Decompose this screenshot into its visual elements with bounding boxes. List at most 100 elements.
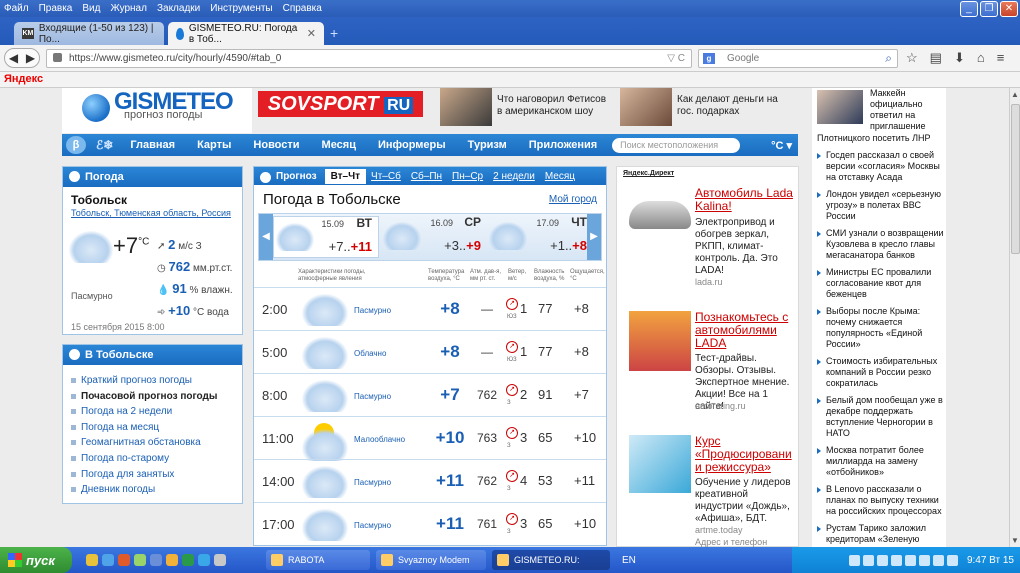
news-item[interactable]: В Lenovo рассказали о планах по выпуску … <box>817 484 945 517</box>
task-modem[interactable]: Svyaznoy Modem <box>376 550 486 570</box>
city-link[interactable]: Погода на 2 недели <box>71 404 217 420</box>
page-scrollbar[interactable]: ▲ ▼ <box>1009 88 1020 547</box>
tray-icon[interactable] <box>848 554 860 566</box>
task-browser[interactable]: GISMETEO.RU: Погод... <box>492 550 610 570</box>
app-icon[interactable] <box>214 554 226 566</box>
app-icon[interactable] <box>166 554 178 566</box>
news-photo[interactable] <box>817 90 863 124</box>
tab-sat-mon[interactable]: Сб–Пн <box>406 171 447 182</box>
news-item[interactable]: Рустам Тарико заложил кредиторам «Зелену… <box>817 523 945 547</box>
tab-2-weeks[interactable]: 2 недели <box>488 171 540 182</box>
unit-select[interactable]: °С ▾ <box>771 139 792 152</box>
tray-icon[interactable] <box>876 554 888 566</box>
city-link[interactable]: Погода по-старому <box>71 451 217 467</box>
site-logo[interactable]: GISMETEO прогноз погоды <box>62 88 252 133</box>
city-link[interactable]: Погода на месяц <box>71 420 217 436</box>
tab-tue-thu[interactable]: Вт–Чт <box>324 168 367 184</box>
start-button[interactable]: пуск <box>0 547 72 573</box>
nav-tourism[interactable]: Туризм <box>457 139 518 151</box>
app-icon[interactable] <box>150 554 162 566</box>
news-item[interactable]: Выборы после Крыма: почему снижается поп… <box>817 306 945 350</box>
app-icon[interactable] <box>102 554 114 566</box>
city-location-link[interactable]: Тобольск, Тюменская область, Россия <box>71 208 231 218</box>
tray-icon[interactable] <box>918 554 930 566</box>
nav-informers[interactable]: Информеры <box>367 139 457 151</box>
app-icon[interactable] <box>198 554 210 566</box>
yandex-logo[interactable]: Яндекс <box>4 73 43 85</box>
nav-maps[interactable]: Карты <box>186 139 242 151</box>
news-photo[interactable] <box>620 88 672 126</box>
scroll-up-icon[interactable]: ▲ <box>1011 90 1019 99</box>
news-photo[interactable] <box>440 88 492 126</box>
news-item[interactable]: Министры ЕС провалили согласование квот … <box>817 267 945 300</box>
minimize-button[interactable]: _ <box>960 1 978 17</box>
nav-main[interactable]: Главная <box>119 139 186 151</box>
address-bar[interactable]: https://www.gismeteo.ru/city/hourly/4590… <box>46 49 692 68</box>
menu-help[interactable]: Справка <box>283 3 322 14</box>
home-icon[interactable]: ⌂ <box>977 50 985 66</box>
menu-history[interactable]: Журнал <box>110 3 147 14</box>
ad-address-link[interactable]: Адрес и телефон <box>695 537 767 547</box>
tab-mail[interactable]: KM Входящие (1-50 из 123) | По... <box>14 22 164 45</box>
clipboard-icon[interactable]: ▤ <box>930 50 942 66</box>
my-city-link[interactable]: Мой город <box>549 194 597 205</box>
app-icon[interactable] <box>182 554 194 566</box>
sovsport-banner[interactable]: SOVSPORT RU <box>258 91 423 117</box>
beta-icon[interactable]: β <box>66 136 86 154</box>
tab-close-icon[interactable]: ✕ <box>307 27 316 40</box>
app-icon[interactable] <box>118 554 130 566</box>
tray-icon[interactable] <box>932 554 944 566</box>
task-rabota[interactable]: RABOTA <box>266 550 370 570</box>
news-item[interactable]: Москва потратит более миллиарда на замен… <box>817 445 945 478</box>
day-card[interactable]: 17.09 ЧТ +1..+8 <box>487 215 593 258</box>
close-button[interactable]: ✕ <box>1000 1 1018 17</box>
new-tab-button[interactable]: + <box>330 25 338 41</box>
nav-apps[interactable]: Приложения <box>518 139 608 151</box>
app-icon[interactable] <box>86 554 98 566</box>
tab-mon-wed[interactable]: Пн–Ср <box>447 171 488 182</box>
city-link-selected[interactable]: Почасовой прогноз погоды <box>71 389 217 405</box>
day-card[interactable]: 15.09 ВТ +7..+11 <box>273 216 379 258</box>
day-card[interactable]: 16.09 СР +3..+9 <box>381 215 487 258</box>
search-icon[interactable]: ⌕ <box>885 50 892 67</box>
forward-arrow-icon[interactable]: ▶ <box>26 51 35 65</box>
scroll-thumb[interactable] <box>1011 104 1020 254</box>
news-item[interactable]: Белый дом пообещал уже в декабре поддерж… <box>817 395 945 439</box>
news-item[interactable]: Стоимость избирательных компаний в Росси… <box>817 356 945 389</box>
news-item[interactable]: Госдеп рассказал о своей версии «согласи… <box>817 150 945 183</box>
tray-icon[interactable] <box>904 554 916 566</box>
tray-icon[interactable] <box>890 554 902 566</box>
snowflake-icon[interactable]: ℰ❄ <box>96 138 113 152</box>
tab-gismeteo[interactable]: GISMETEO.RU: Погода в Тоб... ✕ <box>168 22 324 45</box>
news-headline-cont[interactable]: Плотницкого посетить ЛНР <box>817 133 942 143</box>
car-image[interactable] <box>629 311 691 371</box>
car-image[interactable] <box>629 201 691 229</box>
reload-icon[interactable]: ▽ C <box>667 50 685 67</box>
menu-file[interactable]: Файл <box>4 3 29 14</box>
ad-title[interactable]: Познакомьтесь с автомобилями LADA <box>695 311 795 350</box>
news-item[interactable]: СМИ узнали о возвращении Кузовлева в кре… <box>817 228 945 261</box>
city-link[interactable]: Геомагнитная обстановка <box>71 435 217 451</box>
ads-header[interactable]: Яндекс.Директ <box>623 170 674 177</box>
download-icon[interactable]: ⬇ <box>954 50 965 66</box>
ad-url[interactable]: autorating.ru <box>695 401 746 411</box>
menu-view[interactable]: Вид <box>82 3 100 14</box>
menu-edit[interactable]: Правка <box>39 3 73 14</box>
clock[interactable]: 9:47 Вт 15 <box>967 555 1014 566</box>
header-news-link[interactable]: Что наговорил Фетисов в американском шоу <box>497 94 612 118</box>
ad-title[interactable]: Курс «Продюсировани и режиссура» <box>695 435 795 474</box>
language-indicator[interactable]: EN <box>622 555 636 566</box>
news-headline[interactable]: Маккейн официально ответил на приглашени… <box>870 88 944 132</box>
news-item[interactable]: Лондон увидел «серьезную угрозу» в полет… <box>817 189 945 222</box>
menu-bookmarks[interactable]: Закладки <box>157 3 200 14</box>
tab-thu-sat[interactable]: Чт–Сб <box>366 171 406 182</box>
maximize-button[interactable]: ❐ <box>980 1 998 17</box>
city-link[interactable]: Краткий прогноз погоды <box>71 373 217 389</box>
ad-url[interactable]: artme.today <box>695 525 743 535</box>
city-link[interactable]: Дневник погоды <box>71 482 217 498</box>
location-search-input[interactable]: Поиск местоположения <box>612 137 741 153</box>
menu-icon[interactable]: ≡ <box>997 50 1005 66</box>
city-link[interactable]: Погода для занятых <box>71 467 217 483</box>
nav-month[interactable]: Месяц <box>311 139 367 151</box>
app-icon[interactable] <box>134 554 146 566</box>
